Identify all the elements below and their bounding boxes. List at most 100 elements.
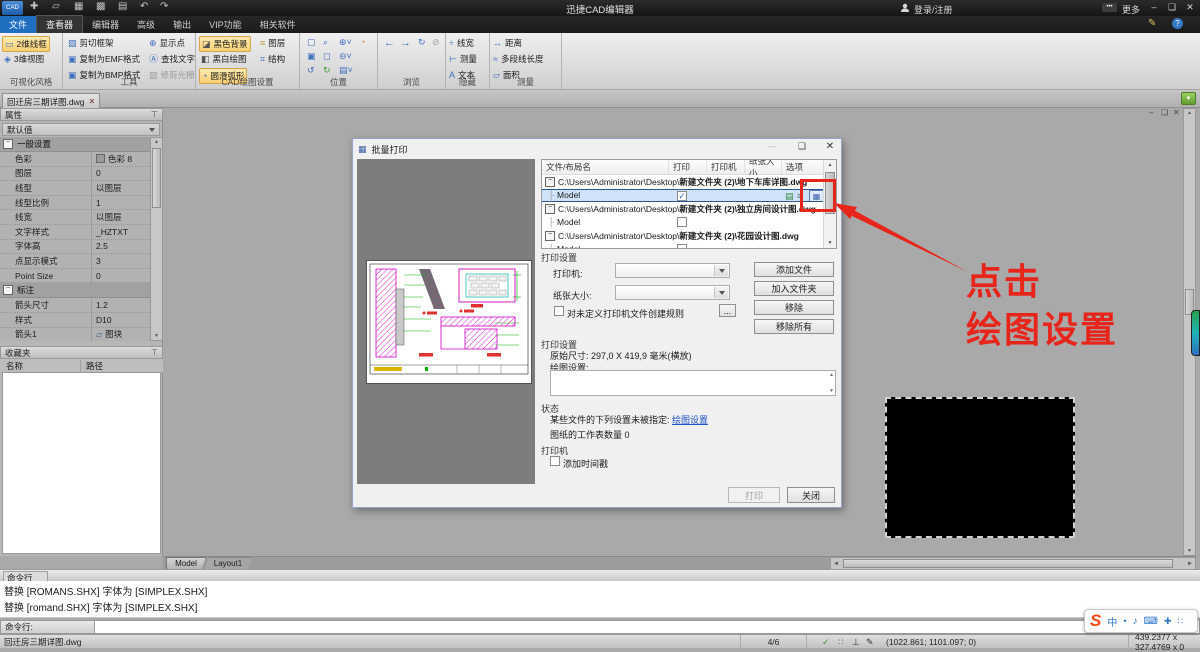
forward-icon[interactable]: → xyxy=(400,38,411,49)
col-file-layout[interactable]: 文件/布局名 xyxy=(542,160,669,174)
layout-row[interactable]: ├ Model xyxy=(542,215,836,229)
lineweight-button[interactable]: ÷ 线宽 xyxy=(447,36,476,50)
preview-icon[interactable]: ▤ xyxy=(785,191,794,202)
favorites-col-name[interactable]: 名称 xyxy=(0,360,80,372)
col-printer[interactable]: 打印机 xyxy=(707,160,745,174)
dialog-close-icon[interactable]: ✕ xyxy=(819,141,841,152)
draft-pencil-icon[interactable]: ✎ xyxy=(866,637,874,648)
scroll-up-icon[interactable]: ▲ xyxy=(151,138,162,146)
mdi-close-icon[interactable]: ✕ xyxy=(1173,108,1180,117)
collapse-icon[interactable]: − xyxy=(545,203,555,214)
dialog-minimize-icon[interactable]: — xyxy=(761,141,783,151)
property-row[interactable]: Point Size 0 xyxy=(0,268,150,284)
pan-view-icon[interactable]: ▢ xyxy=(307,38,316,47)
property-row[interactable]: 图层 0 xyxy=(0,166,150,182)
remove-button[interactable]: 移除 xyxy=(754,300,834,315)
ime-mic-icon[interactable]: ♪ xyxy=(1133,616,1138,627)
menu-viewer[interactable]: 查看器 xyxy=(36,15,84,34)
browse-button[interactable]: ... xyxy=(719,304,736,317)
wireframe-2d-button[interactable]: ▭ 2维线框 xyxy=(2,36,50,52)
snap-check-icon[interactable]: ✓ xyxy=(822,637,830,648)
find-text-button[interactable]: Ⓐ 查找文字 xyxy=(147,52,197,66)
more-menu[interactable]: 更多 xyxy=(1122,3,1140,16)
distance-button[interactable]: ↔ 距离 xyxy=(491,36,524,50)
scroll-up-icon[interactable]: ▲ xyxy=(1184,109,1195,117)
feedback-pencil-icon[interactable]: ✎ xyxy=(1148,18,1156,29)
command-input[interactable] xyxy=(95,620,1200,634)
property-grid-scrollbar[interactable]: ▲ ▼ xyxy=(150,137,163,341)
property-row[interactable]: 线宽 以图层 xyxy=(0,210,150,225)
ime-symbol-icon[interactable]: • xyxy=(1123,616,1126,626)
rule-checkbox[interactable] xyxy=(554,306,564,316)
collapse-icon[interactable]: − xyxy=(545,230,555,241)
col-print[interactable]: 打印 xyxy=(669,160,707,174)
view-3d-button[interactable]: ◈ 3维视图 xyxy=(2,52,46,66)
ime-skin-icon[interactable]: ✚ xyxy=(1164,616,1172,627)
file-row[interactable]: − C:\Users\Administrator\Desktop\ 新建文件夹 (… xyxy=(542,202,836,216)
property-preset-select[interactable]: 默认值 xyxy=(2,123,160,136)
restore-button[interactable]: ❏ xyxy=(1164,2,1180,13)
floating-palette-edge[interactable] xyxy=(1191,310,1200,356)
more-dots-icon[interactable]: ••• xyxy=(1102,3,1117,12)
zoom-window-icon[interactable]: ⌕ xyxy=(323,38,328,47)
property-row[interactable]: 色彩 色彩 8 xyxy=(0,152,150,167)
draw-settings-box[interactable]: ▲ ▼ xyxy=(550,370,836,396)
menu-editor[interactable]: 编辑器 xyxy=(83,16,128,33)
bw-drawing-button[interactable]: ◧ 黑白绘图 xyxy=(199,52,249,66)
ortho-icon[interactable]: ⊥ xyxy=(852,637,860,648)
login-register-link[interactable]: 登录/注册 xyxy=(914,3,953,16)
print-checkbox-checked[interactable]: ✓ xyxy=(677,190,687,201)
scroll-down-icon[interactable]: ▼ xyxy=(1184,547,1195,555)
draw-settings-link[interactable]: 绘图设置 xyxy=(672,415,708,425)
drawing-frame[interactable] xyxy=(885,397,1075,538)
menu-vip[interactable]: VIP功能 xyxy=(200,16,251,33)
dialog-maximize-icon[interactable]: ❏ xyxy=(791,141,813,152)
print-checkbox[interactable] xyxy=(677,243,687,248)
clip-frame-button[interactable]: ▧ 剪切框架 xyxy=(66,36,116,50)
tab-close-icon[interactable]: ✕ xyxy=(88,97,95,106)
document-tab[interactable]: 回迁房三期详图.dwg ✕ xyxy=(2,93,101,109)
ime-toolbox-icon[interactable]: ∷ xyxy=(1177,616,1183,627)
scroll-down-icon[interactable]: ▼ xyxy=(151,332,162,340)
pin-icon[interactable]: ⊤ xyxy=(151,348,158,357)
collapse-icon[interactable]: − xyxy=(545,176,555,187)
minimize-button[interactable]: – xyxy=(1146,2,1162,12)
menu-output[interactable]: 输出 xyxy=(164,16,200,33)
collapse-icon[interactable]: − xyxy=(3,285,13,296)
ime-keyboard-icon[interactable]: ⌨ xyxy=(1144,616,1158,627)
layers-button[interactable]: ≡ 图层 xyxy=(258,36,287,50)
close-dialog-button[interactable]: 关闭 xyxy=(787,487,835,503)
favorites-col-path[interactable]: 路径 xyxy=(80,359,103,372)
mdi-minimize-icon[interactable]: – xyxy=(1149,108,1153,117)
property-group-general[interactable]: − 一般设置 xyxy=(0,137,150,152)
black-background-button[interactable]: ◪ 黑色背景 xyxy=(199,36,251,52)
measure-toggle-button[interactable]: ⊢ 测量 xyxy=(447,52,479,66)
zoom-in-icon[interactable]: ⊕˅ xyxy=(339,38,352,47)
pan-hand-icon[interactable]: ◔ xyxy=(360,38,365,47)
mdi-restore-icon[interactable]: ❏ xyxy=(1161,108,1168,117)
tab-list-dropdown[interactable]: ▼ xyxy=(1181,92,1196,105)
col-paper-size[interactable]: 纸张大小 xyxy=(745,160,782,178)
scroll-right-icon[interactable]: ► xyxy=(1187,561,1193,567)
layout-row-selected[interactable]: ├ Model ✓ ▤ ≡ ▦ xyxy=(542,188,836,202)
polyline-length-button[interactable]: ≈ 多段线长度 xyxy=(491,52,545,66)
command-history[interactable]: 替换 [ROMANS.SHX] 字体为 [SIMPLEX.SHX] 替换 [ro… xyxy=(0,581,1200,618)
sogou-logo-icon[interactable]: S xyxy=(1090,611,1101,631)
collapse-icon[interactable]: − xyxy=(3,139,13,149)
close-button[interactable]: ✕ xyxy=(1182,2,1198,13)
copy-emf-button[interactable]: ▣ 复制为EMF格式 xyxy=(66,52,142,66)
col-options[interactable]: 选项 xyxy=(782,160,824,174)
timestamp-checkbox[interactable] xyxy=(550,456,560,466)
zoom-all-icon[interactable]: ◻ xyxy=(323,52,330,61)
scroll-up-icon[interactable]: ▲ xyxy=(824,161,836,169)
property-row[interactable]: 线型比例 1 xyxy=(0,195,150,211)
property-row[interactable]: 线型 以图层 xyxy=(0,181,150,196)
paper-size-select[interactable] xyxy=(615,285,730,300)
structure-button[interactable]: ⌗ 结构 xyxy=(258,52,287,66)
zoom-extents-icon[interactable]: ▣ xyxy=(307,52,316,61)
previous-view-icon[interactable]: ⊘ xyxy=(432,38,440,47)
property-row[interactable]: 箭头1 ▱ 图块 xyxy=(0,327,150,341)
ime-lang-icon[interactable]: 中 xyxy=(1107,614,1117,629)
printer-select[interactable] xyxy=(615,263,730,278)
remove-all-button[interactable]: 移除所有 xyxy=(754,319,834,334)
